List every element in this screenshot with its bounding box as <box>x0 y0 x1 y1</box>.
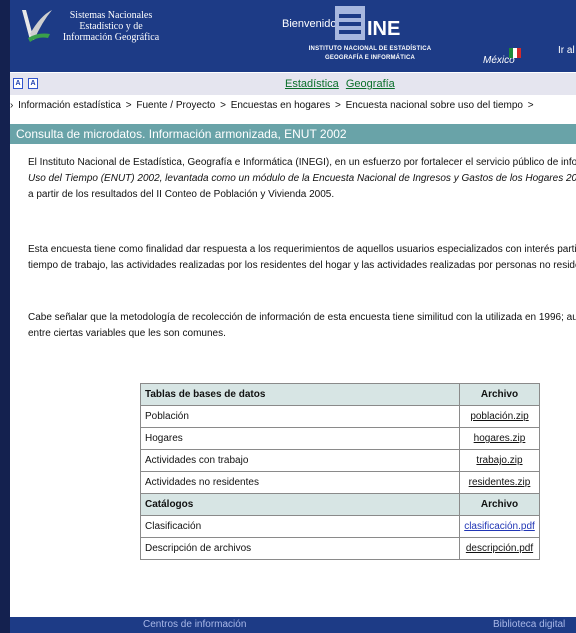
purpose-line2: tiempo de trabajo, las actividades reali… <box>28 260 576 271</box>
section-title: Consulta de microdatos. Información armo… <box>10 124 576 144</box>
purpose-paragraph: Esta encuesta tiene como finalidad dar r… <box>28 242 576 274</box>
brand-line2: Estadístico y de <box>79 21 143 32</box>
toolbar-row: A A Estadística Geografía <box>10 73 576 95</box>
table-header-file: Archivo <box>459 383 540 406</box>
row-label: Población <box>140 405 460 428</box>
font-increase-button[interactable]: A <box>28 78 38 89</box>
breadcrumb-separator-icon: > <box>220 100 226 111</box>
table-header-label: Tablas de bases de datos <box>140 383 460 406</box>
sniegi-logo-icon[interactable] <box>18 4 54 46</box>
brand-line3: Información Geográfica <box>62 32 160 43</box>
method-paragraph: Cabe señalar que la metodología de recol… <box>28 310 576 342</box>
centros-informacion-link[interactable]: Centros de información <box>143 619 246 630</box>
breadcrumb-arrow-icon: › <box>10 100 14 111</box>
inegi-logo-text: INEGI <box>367 18 401 40</box>
table-row: Hogares hogares.zip <box>140 427 540 450</box>
residentes-download-link[interactable]: residentes.zip <box>469 477 531 488</box>
breadcrumb: › Información estadística > Fuente / Pro… <box>10 100 576 116</box>
catalog-header-file: Archivo <box>459 493 540 516</box>
intro-line3: a partir de los resultados del II Conteo… <box>28 189 335 200</box>
purpose-line1: Esta encuesta tiene como finalidad dar r… <box>28 244 576 255</box>
page-frame: Sistemas Nacionales Estadístico y de Inf… <box>10 0 576 633</box>
font-decrease-button[interactable]: A <box>13 78 23 89</box>
site-header: Sistemas Nacionales Estadístico y de Inf… <box>10 0 576 72</box>
intro-line2: Uso del Tiempo (ENUT) 2002, levantada co… <box>28 173 576 184</box>
row-label: Actividades con trabajo <box>140 449 460 472</box>
breadcrumb-item-informacion[interactable]: Información estadística <box>18 100 121 111</box>
table-row: Actividades no residentes residentes.zip <box>140 471 540 494</box>
row-label: Actividades no residentes <box>140 471 460 494</box>
method-line2: entre ciertas variables que les son comu… <box>28 328 226 339</box>
descripcion-download-link[interactable]: descripción.pdf <box>466 543 533 554</box>
download-table: Tablas de bases de datos Archivo Poblaci… <box>140 383 540 560</box>
breadcrumb-separator-icon: > <box>335 100 341 111</box>
row-label: Clasificación <box>140 515 460 538</box>
table-row: Clasificación clasificación.pdf <box>140 515 540 538</box>
top-nav: Estadística Geografía <box>285 78 399 90</box>
table-row: Descripción de archivos descripción.pdf <box>140 537 540 560</box>
breadcrumb-item-encuestas[interactable]: Encuestas en hogares <box>231 100 331 111</box>
hogares-download-link[interactable]: hogares.zip <box>474 433 526 444</box>
inegi-subtitle: INSTITUTO NACIONAL DE ESTADÍSTICA GEOGRA… <box>300 45 440 63</box>
clasificacion-download-link[interactable]: clasificación.pdf <box>464 521 535 532</box>
table-header-row: Catálogos Archivo <box>140 493 540 516</box>
breadcrumb-item-fuente[interactable]: Fuente / Proyecto <box>136 100 215 111</box>
breadcrumb-separator-icon: > <box>527 100 534 111</box>
method-line1: Cabe señalar que la metodología de recol… <box>28 312 576 323</box>
intro-paragraph: El Instituto Nacional de Estadística, Ge… <box>28 155 576 203</box>
intro-line1: El Instituto Nacional de Estadística, Ge… <box>28 157 576 168</box>
ir-al-link[interactable]: Ir al <box>558 45 575 56</box>
trabajo-download-link[interactable]: trabajo.zip <box>476 455 522 466</box>
row-label: Hogares <box>140 427 460 450</box>
catalog-header-label: Catálogos <box>140 493 460 516</box>
mexico-flag-icon[interactable] <box>509 46 521 60</box>
biblioteca-digital-link[interactable]: Biblioteca digital <box>493 619 565 630</box>
table-row: Actividades con trabajo trabajo.zip <box>140 449 540 472</box>
inegi-sub-line1: INSTITUTO NACIONAL DE ESTADÍSTICA <box>308 46 432 52</box>
inegi-sub-line2: GEOGRAFÍA E INFORMÁTICA <box>324 55 416 61</box>
breadcrumb-item-uso-tiempo[interactable]: Encuesta nacional sobre uso del tiempo <box>346 100 523 111</box>
table-row: Población población.zip <box>140 405 540 428</box>
inegi-logo-icon[interactable]: INEGI <box>335 6 401 40</box>
estadistica-link[interactable]: Estadística <box>285 78 339 90</box>
site-footer: Centros de información Biblioteca digita… <box>10 617 576 633</box>
geografia-link[interactable]: Geografía <box>346 78 395 90</box>
row-label: Descripción de archivos <box>140 537 460 560</box>
table-header-row: Tablas de bases de datos Archivo <box>140 383 540 406</box>
brand-text[interactable]: Sistemas Nacionales Estadístico y de Inf… <box>56 10 166 43</box>
breadcrumb-separator-icon: > <box>125 100 132 111</box>
poblacion-download-link[interactable]: población.zip <box>470 411 528 422</box>
brand-line1: Sistemas Nacionales <box>69 10 153 21</box>
